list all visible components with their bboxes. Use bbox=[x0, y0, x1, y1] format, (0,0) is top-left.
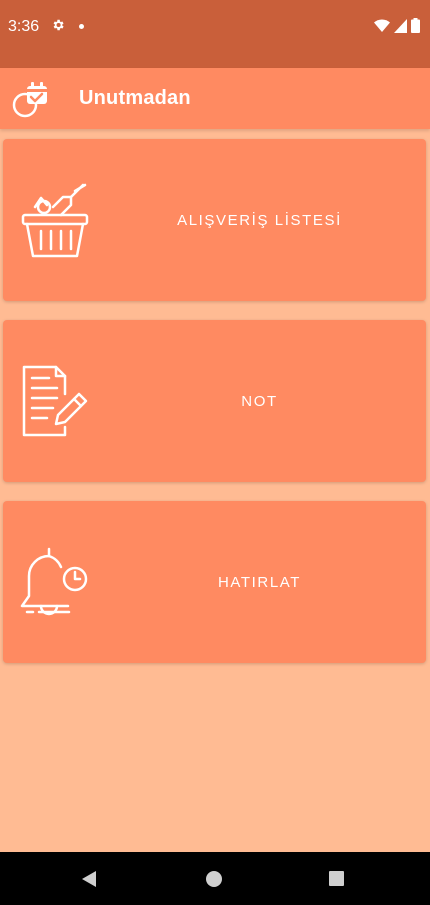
signal-icon bbox=[394, 18, 407, 33]
remind-card[interactable]: HATIRLAT bbox=[3, 501, 426, 663]
app-screen: 3:36 Unutmadan ALIŞVERİŞ LİSTESİ NOT HAT… bbox=[0, 0, 430, 905]
status-bar: 3:36 bbox=[0, 0, 430, 68]
recents-icon[interactable] bbox=[329, 871, 344, 886]
system-nav-bar bbox=[0, 852, 430, 905]
app-title: Unutmadan bbox=[79, 87, 191, 109]
wifi-icon bbox=[374, 19, 390, 32]
note-label: NOT bbox=[241, 392, 278, 410]
notification-dot bbox=[79, 24, 84, 29]
back-icon[interactable] bbox=[82, 871, 96, 887]
status-indicators bbox=[374, 18, 420, 33]
status-time: 3:36 bbox=[8, 18, 40, 35]
calendar-check-icon bbox=[12, 82, 47, 118]
battery-icon bbox=[411, 18, 420, 33]
shopping-basket-icon bbox=[21, 183, 89, 258]
remind-label: HATIRLAT bbox=[217, 573, 302, 591]
note-pencil-icon bbox=[22, 365, 88, 437]
shopping-list-card[interactable]: ALIŞVERİŞ LİSTESİ bbox=[3, 139, 426, 301]
bell-clock-icon bbox=[20, 547, 88, 616]
note-card[interactable]: NOT bbox=[3, 320, 426, 482]
app-bar: Unutmadan bbox=[0, 68, 430, 129]
home-icon[interactable] bbox=[206, 871, 222, 887]
settings-icon bbox=[53, 19, 64, 31]
shopping-list-label: ALIŞVERİŞ LİSTESİ bbox=[177, 211, 342, 229]
